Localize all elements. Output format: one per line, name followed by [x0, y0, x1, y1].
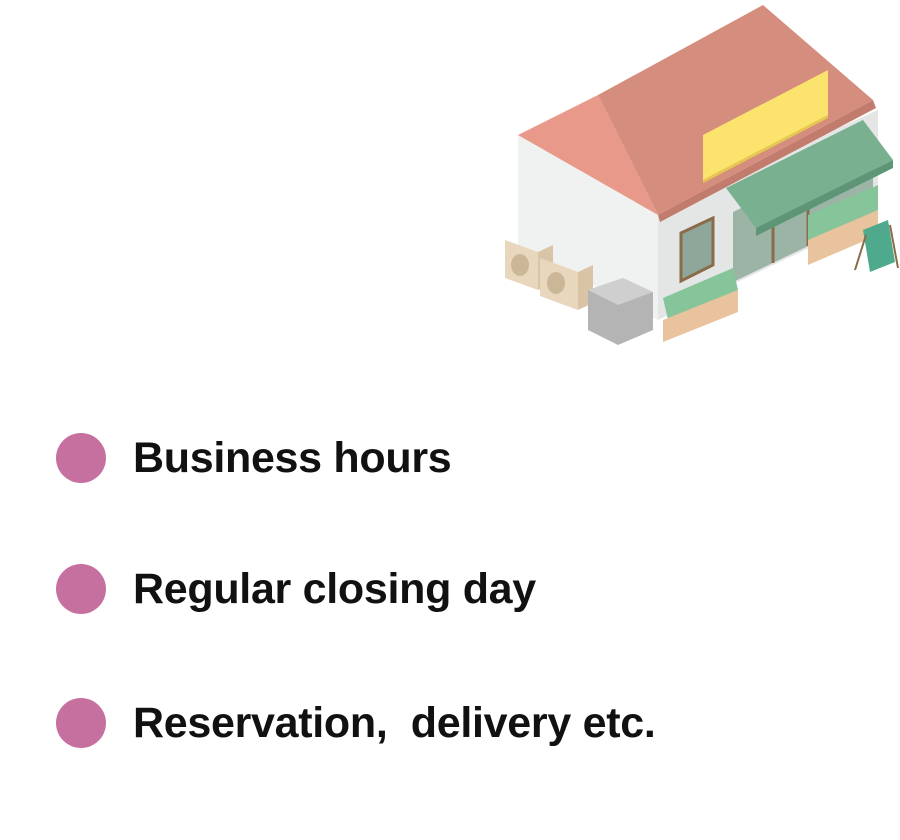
list-item-reservation-delivery: Reservation, delivery etc. [56, 697, 656, 749]
list-item-label: Regular closing day [133, 564, 536, 613]
bullet-dot [56, 564, 106, 614]
list-item-regular-closing-day: Regular closing day [56, 563, 536, 615]
list-item-label: Business hours [133, 433, 452, 482]
bullet-dot [56, 698, 106, 748]
info-list: Business hours Regular closing day Reser… [0, 0, 900, 840]
list-item-business-hours: Business hours [56, 432, 452, 484]
list-item-label: Reservation, delivery etc. [133, 698, 656, 747]
bullet-dot [56, 433, 106, 483]
